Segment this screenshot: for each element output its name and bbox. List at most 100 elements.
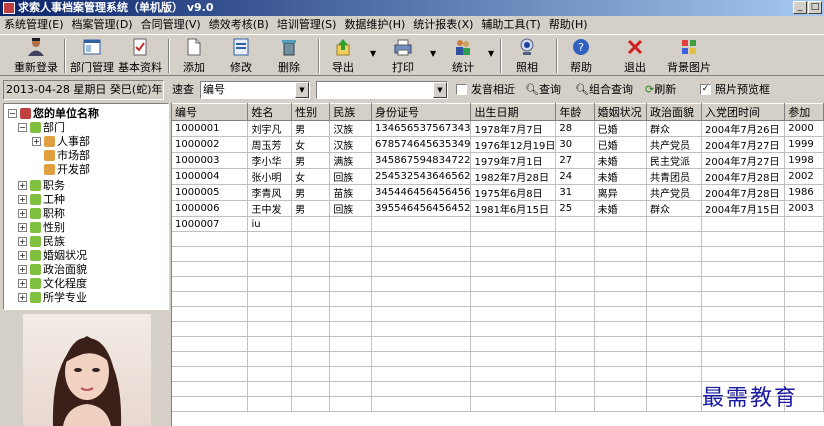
table-cell[interactable] xyxy=(247,261,293,277)
table-cell[interactable] xyxy=(784,231,824,247)
table-row[interactable]: 1000007 iu xyxy=(172,216,824,232)
table-cell[interactable]: 男 xyxy=(291,184,331,201)
table-cell[interactable] xyxy=(594,291,647,307)
minimize-button[interactable]: _ xyxy=(793,1,807,14)
table-cell[interactable]: 1000002 xyxy=(172,136,249,153)
table-cell[interactable] xyxy=(646,321,702,337)
table-cell[interactable] xyxy=(172,336,249,352)
table-cell[interactable] xyxy=(646,291,702,307)
table-row-empty[interactable] xyxy=(172,306,824,322)
table-cell[interactable] xyxy=(371,261,472,277)
table-cell[interactable] xyxy=(701,276,786,292)
table-cell[interactable]: 1999 xyxy=(784,136,824,153)
camera-button[interactable]: 照相 xyxy=(510,37,544,75)
table-cell[interactable]: 未婚 xyxy=(594,168,647,185)
table-cell[interactable]: 女 xyxy=(291,136,331,153)
table-cell[interactable]: 共青团员 xyxy=(646,168,702,185)
table-cell[interactable] xyxy=(172,366,249,382)
menu-performance[interactable]: 绩效考核(B) xyxy=(205,16,273,34)
tree-node-category[interactable]: 工种 xyxy=(30,193,65,206)
table-row-empty[interactable] xyxy=(172,336,824,352)
tree-node-category[interactable]: 民族 xyxy=(30,235,65,248)
tree-node-category[interactable]: 性别 xyxy=(30,221,65,234)
menu-tools[interactable]: 辅助工具(T) xyxy=(477,16,544,34)
table-cell[interactable] xyxy=(329,231,373,247)
table-cell[interactable]: 满族 xyxy=(329,152,373,169)
table-cell[interactable] xyxy=(371,291,472,307)
table-cell[interactable] xyxy=(701,291,786,307)
table-cell[interactable] xyxy=(646,381,702,397)
expand-icon[interactable]: + xyxy=(32,137,41,146)
table-cell[interactable] xyxy=(329,216,373,232)
table-cell[interactable] xyxy=(247,366,293,382)
table-cell[interactable] xyxy=(555,366,595,382)
table-row[interactable]: 1000005 李青风男苗族 345446456456456 1975年6月8日 31 离… xyxy=(172,184,824,201)
table-cell[interactable] xyxy=(470,381,557,397)
table-cell[interactable] xyxy=(784,306,824,322)
table-cell[interactable]: 254532543646562 xyxy=(371,168,472,185)
column-header[interactable]: 姓名 xyxy=(247,103,293,121)
table-cell[interactable] xyxy=(470,216,557,232)
add-button[interactable]: 添加 xyxy=(177,37,211,75)
table-cell[interactable] xyxy=(470,246,557,262)
table-cell[interactable]: 共产党员 xyxy=(646,136,702,153)
tree-node-category[interactable]: 职称 xyxy=(30,207,65,220)
tree-node-category[interactable]: 文化程度 xyxy=(30,277,87,290)
table-cell[interactable] xyxy=(646,306,702,322)
expand-icon[interactable]: + xyxy=(18,223,27,232)
table-cell[interactable] xyxy=(594,231,647,247)
table-cell[interactable]: 男 xyxy=(291,120,331,137)
table-cell[interactable] xyxy=(291,306,331,322)
table-cell[interactable] xyxy=(329,366,373,382)
table-cell[interactable]: 134656537567343 xyxy=(371,120,472,137)
table-cell[interactable] xyxy=(555,231,595,247)
menu-training[interactable]: 培训管理(S) xyxy=(273,16,341,34)
table-cell[interactable] xyxy=(784,246,824,262)
menu-archive[interactable]: 档案管理(D) xyxy=(68,16,137,34)
table-cell[interactable] xyxy=(470,396,557,412)
table-cell[interactable]: 1998 xyxy=(784,152,824,169)
table-cell[interactable] xyxy=(247,396,293,412)
table-cell[interactable] xyxy=(371,306,472,322)
table-cell[interactable] xyxy=(172,246,249,262)
search-field-select[interactable]: 编号 ▼ xyxy=(200,81,310,99)
tree-node-dev-dept[interactable]: 开发部 xyxy=(44,163,90,176)
tree-node-category[interactable]: 政治面貌 xyxy=(30,263,87,276)
table-cell[interactable]: 1986 xyxy=(784,184,824,201)
table-row[interactable]: 1000001 刘宇凡男汉族 134656537567343 1978年7月7日 28 已… xyxy=(172,120,824,137)
export-button[interactable]: 导出 xyxy=(326,37,360,75)
table-cell[interactable] xyxy=(291,336,331,352)
table-cell[interactable] xyxy=(594,321,647,337)
table-cell[interactable]: 李小华 xyxy=(247,152,293,169)
table-cell[interactable] xyxy=(291,396,331,412)
table-cell[interactable] xyxy=(470,366,557,382)
table-cell[interactable]: 共产党员 xyxy=(646,184,702,201)
table-cell[interactable] xyxy=(371,336,472,352)
table-cell[interactable]: 群众 xyxy=(646,120,702,137)
table-row-empty[interactable] xyxy=(172,351,824,367)
table-cell[interactable] xyxy=(329,336,373,352)
table-cell[interactable] xyxy=(470,276,557,292)
table-cell[interactable]: 1000005 xyxy=(172,184,249,201)
table-cell[interactable]: 1976年12月19日 xyxy=(470,136,557,153)
table-cell[interactable] xyxy=(172,306,249,322)
table-cell[interactable] xyxy=(247,246,293,262)
table-cell[interactable]: 李青风 xyxy=(247,184,293,201)
exit-button[interactable]: 退出 xyxy=(618,37,652,75)
table-cell[interactable]: 1000007 xyxy=(172,216,249,232)
table-cell[interactable]: 2004年7月27日 xyxy=(701,152,786,169)
table-cell[interactable]: 30 xyxy=(555,136,595,153)
table-cell[interactable] xyxy=(646,246,702,262)
help-button[interactable]: ? 帮助 xyxy=(564,37,598,75)
expand-icon[interactable]: + xyxy=(18,237,27,246)
table-cell[interactable] xyxy=(784,291,824,307)
table-cell[interactable]: 民主党派 xyxy=(646,152,702,169)
tree-node-category[interactable]: 所学专业 xyxy=(30,291,87,304)
table-cell[interactable] xyxy=(594,276,647,292)
menu-reports[interactable]: 统计报表(X) xyxy=(409,16,477,34)
table-cell[interactable] xyxy=(470,231,557,247)
table-cell[interactable] xyxy=(371,276,472,292)
column-header[interactable]: 政治面貌 xyxy=(646,103,702,121)
table-cell[interactable] xyxy=(247,321,293,337)
table-cell[interactable]: 1000004 xyxy=(172,168,249,185)
